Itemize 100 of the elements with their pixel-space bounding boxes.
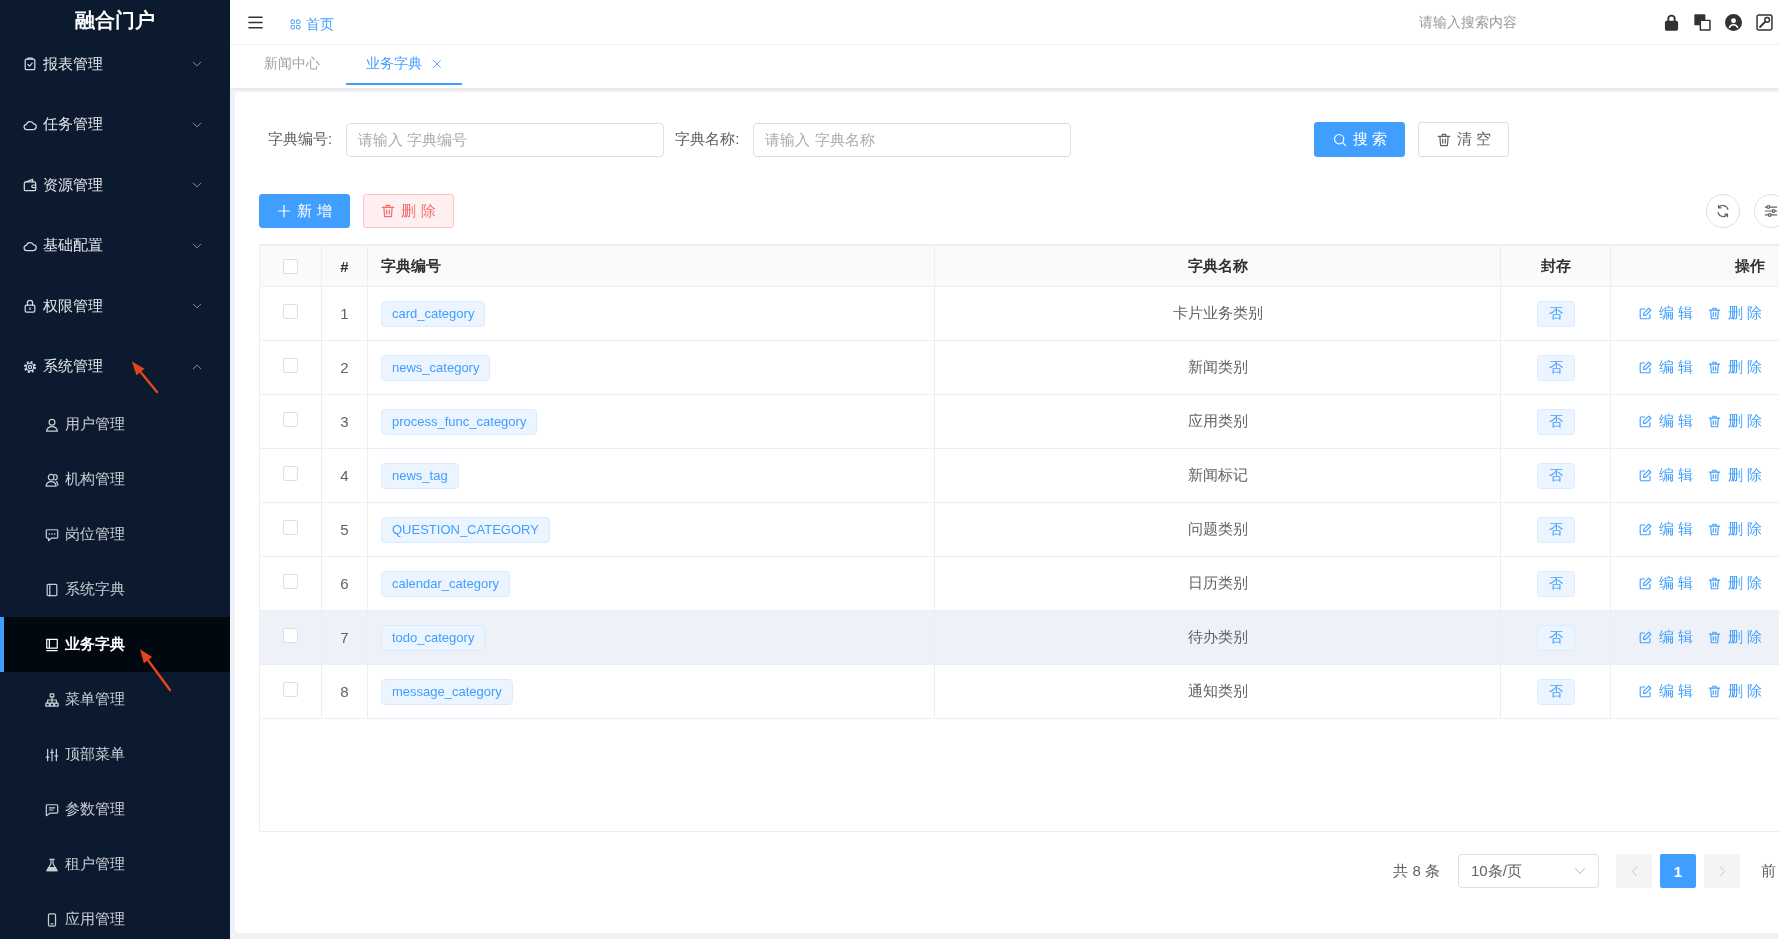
row-number: 7	[322, 611, 368, 664]
code-tag: card_category	[381, 300, 486, 327]
row-number: 4	[322, 449, 368, 502]
add-button[interactable]: 新 增	[259, 194, 350, 228]
row-checkbox[interactable]	[283, 573, 298, 589]
gear-icon	[23, 359, 37, 374]
delete-link[interactable]: 删 除	[1708, 520, 1763, 539]
table-cell: 日历类别	[935, 557, 1501, 610]
delete-button[interactable]: 删 除	[363, 194, 454, 228]
submenu-item[interactable]: 菜单管理	[0, 672, 230, 727]
book-icon	[45, 637, 59, 652]
table-cell: 新闻类别	[935, 341, 1501, 394]
trash-icon	[1436, 132, 1451, 147]
table-cell: 应用类别	[935, 395, 1501, 448]
chat-icon	[45, 527, 59, 542]
edit-link[interactable]: 编 辑	[1639, 466, 1694, 485]
menu-item[interactable]: 资源管理	[0, 155, 230, 216]
row-checkbox[interactable]	[283, 411, 298, 427]
menu-item[interactable]: 任务管理	[0, 94, 230, 155]
trash-icon	[1708, 523, 1722, 536]
edit-link[interactable]: 编 辑	[1639, 628, 1694, 647]
filter-input[interactable]: 请输入 字典编号	[346, 122, 665, 157]
row-number: 5	[322, 503, 368, 556]
tab[interactable]: 新闻中心	[244, 45, 340, 85]
submenu-item[interactable]: 用户管理	[0, 397, 230, 452]
app-title: 融合门户	[74, 8, 156, 33]
page-button[interactable]: 1	[1660, 854, 1696, 888]
column-header: 字典名称	[935, 246, 1501, 286]
edit-link[interactable]: 编 辑	[1639, 682, 1694, 701]
menu-item[interactable]: 报表管理	[0, 34, 230, 95]
jump-label: 前	[1761, 861, 1776, 881]
table-cell: 新闻标记	[935, 449, 1501, 502]
previous-page-button[interactable]	[1616, 854, 1652, 888]
trash-icon	[1708, 631, 1722, 644]
submenu-item[interactable]: 应用管理	[0, 892, 230, 939]
annotation-arrow	[130, 360, 160, 396]
edit-link[interactable]: 编 辑	[1639, 520, 1694, 539]
submenu-item[interactable]: 租户管理	[0, 837, 230, 892]
chevron-down-icon	[1574, 865, 1586, 877]
delete-link[interactable]: 删 除	[1708, 682, 1763, 701]
search-button[interactable]: 搜 索	[1314, 122, 1406, 157]
edit-link[interactable]: 编 辑	[1639, 358, 1694, 377]
lock-icon	[1663, 13, 1680, 31]
delete-link[interactable]: 删 除	[1708, 304, 1763, 323]
delete-link[interactable]: 删 除	[1708, 466, 1763, 485]
menu-icon	[246, 14, 265, 30]
menu-item[interactable]: 系统管理	[0, 336, 230, 397]
code-tag: QUESTION_CATEGORY	[381, 516, 550, 543]
row-checkbox[interactable]	[283, 627, 298, 643]
menu-item[interactable]: 权限管理	[0, 276, 230, 337]
submenu-item[interactable]: 业务字典	[0, 617, 230, 672]
user-avatar-icon	[1725, 13, 1742, 31]
status-tag: 否	[1536, 678, 1575, 705]
edit-icon	[1639, 631, 1652, 644]
grid-icon	[290, 19, 301, 30]
submenu-item[interactable]: 系统字典	[0, 562, 230, 617]
trash-icon	[1708, 469, 1722, 482]
delete-link[interactable]: 删 除	[1708, 358, 1763, 377]
edit-link[interactable]: 编 辑	[1639, 574, 1694, 593]
edit-link[interactable]: 编 辑	[1639, 412, 1694, 431]
filter-label: 字典编号:	[268, 130, 333, 149]
tab[interactable]: 业务字典	[346, 45, 462, 85]
code-tag: message_category	[381, 678, 513, 705]
submenu-item[interactable]: 参数管理	[0, 782, 230, 837]
filter-input[interactable]: 请输入 字典名称	[753, 122, 1072, 157]
select-all-checkbox[interactable]	[283, 258, 298, 274]
row-checkbox[interactable]	[283, 357, 298, 373]
clear-button[interactable]: 清 空	[1418, 122, 1510, 157]
row-checkbox[interactable]	[283, 303, 298, 319]
next-page-button[interactable]	[1704, 854, 1740, 888]
edit-icon	[1639, 361, 1652, 374]
submenu-item[interactable]: 顶部菜单	[0, 727, 230, 782]
home-breadcrumb[interactable]: 首页	[290, 15, 334, 34]
column-header: 操作	[1734, 255, 1766, 276]
row-checkbox[interactable]	[283, 519, 298, 535]
edit-link[interactable]: 编 辑	[1639, 304, 1694, 323]
search-field[interactable]: 请输入搜索内容	[1414, 7, 1614, 37]
trash-icon	[1708, 361, 1722, 374]
lock-icon	[23, 299, 37, 314]
column-header: #	[322, 246, 368, 286]
phone-icon	[45, 912, 59, 927]
row-checkbox[interactable]	[283, 465, 298, 481]
delete-link[interactable]: 删 除	[1708, 628, 1763, 647]
page-size-select[interactable]: 10条/页	[1458, 854, 1599, 888]
sliders-icon	[45, 747, 59, 762]
refresh-button[interactable]	[1706, 194, 1740, 228]
column-settings-button[interactable]	[1754, 194, 1779, 228]
wallet-icon	[23, 178, 37, 193]
user-icon	[45, 417, 59, 432]
row-checkbox[interactable]	[283, 681, 298, 697]
edit-icon	[1639, 307, 1652, 320]
submenu-item[interactable]: 岗位管理	[0, 507, 230, 562]
delete-link[interactable]: 删 除	[1708, 412, 1763, 431]
table-cell: 待办类别	[935, 611, 1501, 664]
submenu-item[interactable]: 机构管理	[0, 452, 230, 507]
menu-item[interactable]: 基础配置	[0, 215, 230, 276]
plus-icon	[277, 204, 292, 218]
delete-link[interactable]: 删 除	[1708, 574, 1763, 593]
key-icon	[1756, 13, 1773, 31]
row-number: 2	[322, 341, 368, 394]
